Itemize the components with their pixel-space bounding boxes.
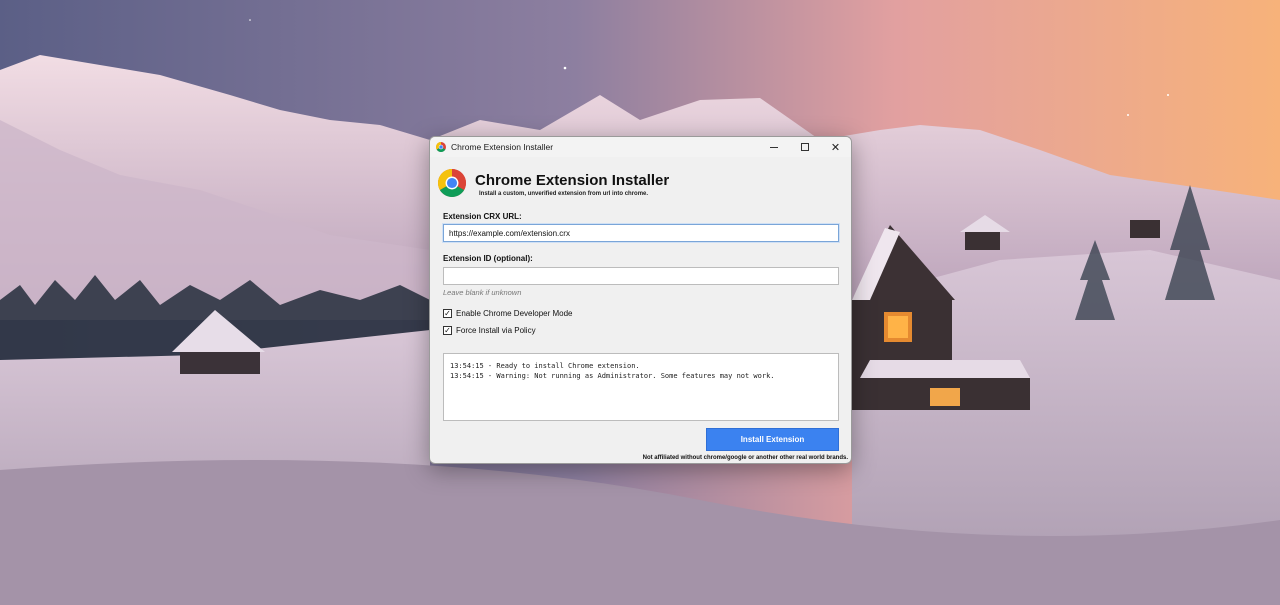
- minimize-icon: [769, 146, 778, 148]
- app-header: Chrome Extension Installer Install a cus…: [438, 169, 669, 198]
- page-title: Chrome Extension Installer: [475, 172, 670, 189]
- log-line: 13:54:15 - Ready to install Chrome exten…: [450, 362, 640, 370]
- extension-id-label: Extension ID (optional):: [443, 254, 533, 263]
- extension-id-input[interactable]: [443, 267, 839, 285]
- dev-mode-label: Enable Chrome Developer Mode: [456, 309, 573, 318]
- disclaimer-text: Not affiliated without chrome/google or …: [642, 455, 848, 461]
- installer-window: Chrome Extension Installer ✕ Chrome Exte…: [429, 136, 852, 464]
- close-button[interactable]: ✕: [820, 137, 851, 157]
- crx-url-input[interactable]: [443, 224, 839, 242]
- extension-id-hint: Leave blank if unknown: [443, 288, 522, 297]
- chrome-logo-icon: [438, 169, 466, 197]
- minimize-button[interactable]: [758, 137, 789, 157]
- policy-option[interactable]: ✓ Force Install via Policy: [443, 326, 536, 335]
- log-output[interactable]: 13:54:15 - Ready to install Chrome exten…: [443, 353, 839, 421]
- log-line: 13:54:15 - Warning: Not running as Admin…: [450, 372, 775, 380]
- checkmark-icon: ✓: [444, 325, 451, 335]
- crx-url-label: Extension CRX URL:: [443, 212, 522, 221]
- dev-mode-option[interactable]: ✓ Enable Chrome Developer Mode: [443, 309, 573, 318]
- window-title: Chrome Extension Installer: [451, 142, 554, 152]
- maximize-button[interactable]: [789, 137, 820, 157]
- close-icon: ✕: [830, 140, 841, 154]
- chrome-logo-icon: [436, 142, 446, 152]
- dev-mode-checkbox[interactable]: ✓: [443, 309, 452, 318]
- title-bar[interactable]: Chrome Extension Installer ✕: [430, 137, 851, 157]
- policy-checkbox[interactable]: ✓: [443, 326, 452, 335]
- policy-label: Force Install via Policy: [456, 326, 536, 335]
- checkmark-icon: ✓: [444, 308, 451, 318]
- maximize-icon: [800, 143, 809, 151]
- page-subtitle: Install a custom, unverified extension f…: [479, 191, 649, 197]
- install-extension-button[interactable]: Install Extension: [706, 428, 839, 451]
